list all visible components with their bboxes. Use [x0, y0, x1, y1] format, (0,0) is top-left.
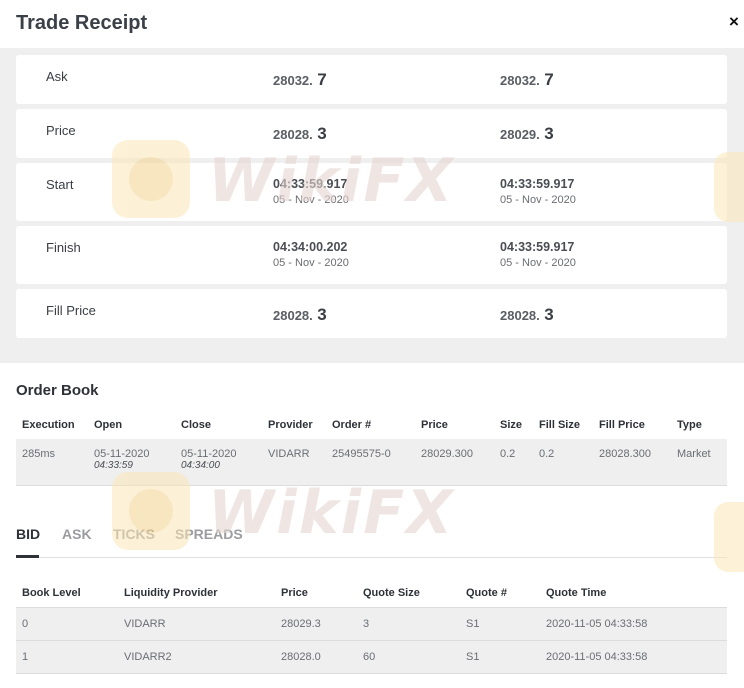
ask-value-2: 28032. 7 — [500, 70, 554, 89]
size-cell: 0.2 — [494, 439, 533, 486]
summary-label: Ask — [46, 69, 68, 84]
liquidity-provider-cell: VIDARR — [118, 606, 275, 640]
quote-time-cell: 2020-11-05 04:33:58 — [540, 606, 727, 640]
open-cell: 05-11-2020 04:33:59 — [88, 439, 175, 486]
tab-bid[interactable]: BID — [16, 526, 40, 542]
order-book-table: Execution Open Close Provider Order # Pr… — [16, 411, 727, 486]
fill-price-cell: 28028.300 — [593, 439, 671, 486]
summary-row-start: Start 04:33:59.917 05 - Nov - 2020 04:33:… — [16, 163, 727, 221]
wikifx-logo-icon — [714, 502, 744, 572]
quote-size-cell: 3 — [357, 606, 460, 640]
tab-ticks[interactable]: TICKS — [113, 526, 155, 542]
column-header: Fill Size — [539, 419, 580, 431]
finish-value-1: 04:34:00.202 05 - Nov - 2020 — [273, 240, 349, 269]
table-row: 0 VIDARR 28029.3 3 S1 2020-11-05 04:33:5… — [16, 606, 727, 640]
price-value-1: 28028. 3 — [273, 124, 327, 143]
column-header: Quote Size — [363, 586, 420, 599]
quote-size-cell: 60 — [357, 639, 460, 674]
book-tabs: BID ASK TICKS SPREADS — [16, 522, 727, 558]
summary-row-price: Price 28028. 3 28029. 3 — [16, 109, 727, 158]
price-value-2: 28029. 3 — [500, 124, 554, 143]
book-level-cell: 0 — [16, 606, 118, 640]
fill-price-value-1: 28028. 3 — [273, 305, 327, 324]
modal-header: Trade Receipt × — [0, 0, 744, 48]
summary-row-finish: Finish 04:34:00.202 05 - Nov - 2020 04:33… — [16, 226, 727, 284]
ask-value-1: 28032. 7 — [273, 70, 327, 89]
column-header: Execution — [22, 419, 75, 431]
column-header: Price — [421, 419, 448, 431]
tab-spreads[interactable]: SPREADS — [175, 526, 243, 542]
table-row: 285ms 05-11-2020 04:33:59 05-11-2020 04:34… — [16, 439, 727, 486]
price-cell: 28029.300 — [415, 439, 494, 486]
summary-label: Price — [46, 123, 76, 138]
tab-ask[interactable]: ASK — [62, 526, 92, 542]
liquidity-provider-cell: VIDARR2 — [118, 639, 275, 674]
start-value-2: 04:33:59.917 05 - Nov - 2020 — [500, 177, 576, 206]
column-header: Open — [94, 419, 123, 431]
fill-size-cell: 0.2 — [533, 439, 593, 486]
order-book-title: Order Book — [16, 382, 99, 399]
column-header: Price — [281, 586, 308, 599]
summary-row-ask: Ask 28032. 7 28032. 7 — [16, 55, 727, 104]
column-header: Book Level — [22, 586, 81, 599]
start-value-1: 04:33:59.917 05 - Nov - 2020 — [273, 177, 349, 206]
column-header: Provider — [268, 419, 313, 431]
column-header: Size — [500, 419, 523, 431]
provider-cell: VIDARR — [262, 439, 326, 486]
bid-book-header-row: Book Level Liquidity Provider Price Quot… — [16, 579, 727, 607]
column-header: Close — [181, 419, 211, 431]
modal-title: Trade Receipt — [16, 12, 148, 34]
bid-book-table: Book Level Liquidity Provider Price Quot… — [16, 579, 727, 674]
order-book-header-row: Execution Open Close Provider Order # Pr… — [16, 411, 727, 439]
column-header: Order # — [332, 419, 372, 431]
active-tab-indicator — [16, 555, 39, 558]
fill-price-value-2: 28028. 3 — [500, 305, 554, 324]
trade-summary: Ask 28032. 7 28032. 7 Price 28028. 3 280… — [0, 48, 744, 363]
summary-label: Start — [46, 177, 74, 192]
finish-value-2: 04:33:59.917 05 - Nov - 2020 — [500, 240, 576, 269]
summary-label: Finish — [46, 240, 81, 255]
quote-time-cell: 2020-11-05 04:33:58 — [540, 639, 727, 674]
column-header: Type — [677, 419, 702, 431]
quote-number-cell: S1 — [460, 606, 540, 640]
column-header: Quote Time — [546, 586, 607, 599]
quote-number-cell: S1 — [460, 639, 540, 674]
close-icon[interactable]: × — [729, 12, 739, 32]
column-header: Fill Price — [599, 419, 645, 431]
summary-row-fill-price: Fill Price 28028. 3 28028. 3 — [16, 289, 727, 338]
execution-cell: 285ms — [16, 439, 88, 486]
price-cell: 28029.3 — [275, 606, 357, 640]
close-cell: 05-11-2020 04:34:00 — [175, 439, 262, 486]
price-cell: 28028.0 — [275, 639, 357, 674]
column-header: Liquidity Provider — [124, 586, 218, 599]
type-cell: Market — [671, 439, 727, 486]
column-header: Quote # — [466, 586, 507, 599]
summary-label: Fill Price — [46, 303, 96, 318]
wikifx-logo-icon — [714, 152, 744, 222]
order-number-cell: 25495575-0 — [326, 439, 415, 486]
table-row: 1 VIDARR2 28028.0 60 S1 2020-11-05 04:33… — [16, 639, 727, 674]
book-level-cell: 1 — [16, 639, 118, 674]
